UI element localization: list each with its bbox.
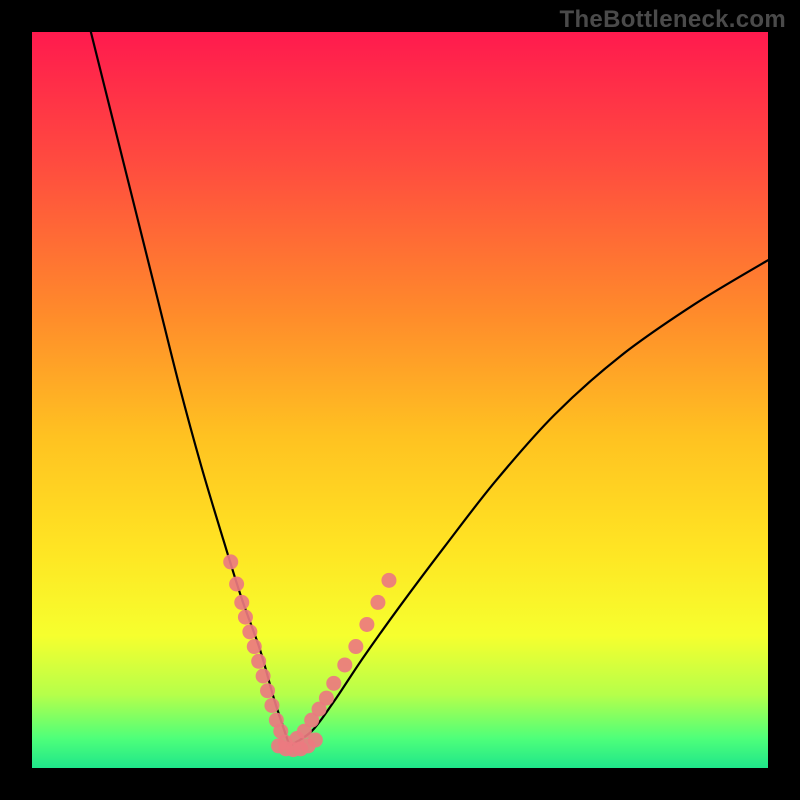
data-dot bbox=[337, 657, 352, 672]
data-dot bbox=[264, 698, 279, 713]
chart-background bbox=[32, 32, 768, 768]
data-dot bbox=[242, 624, 257, 639]
data-dot bbox=[229, 577, 244, 592]
data-dot bbox=[381, 573, 396, 588]
data-dot bbox=[359, 617, 374, 632]
data-dot bbox=[326, 676, 341, 691]
watermark-label: TheBottleneck.com bbox=[560, 6, 786, 34]
data-dot bbox=[308, 733, 323, 748]
data-dot bbox=[348, 639, 363, 654]
data-dot bbox=[238, 610, 253, 625]
data-dot bbox=[247, 639, 262, 654]
data-dot bbox=[223, 554, 238, 569]
data-dot bbox=[256, 669, 271, 684]
data-dot bbox=[251, 654, 266, 669]
data-dot bbox=[370, 595, 385, 610]
chart-frame: TheBottleneck.com bbox=[0, 0, 800, 800]
data-dot bbox=[260, 683, 275, 698]
chart-plot-area bbox=[32, 32, 768, 768]
chart-svg bbox=[32, 32, 768, 768]
data-dot bbox=[319, 691, 334, 706]
data-dot bbox=[234, 595, 249, 610]
